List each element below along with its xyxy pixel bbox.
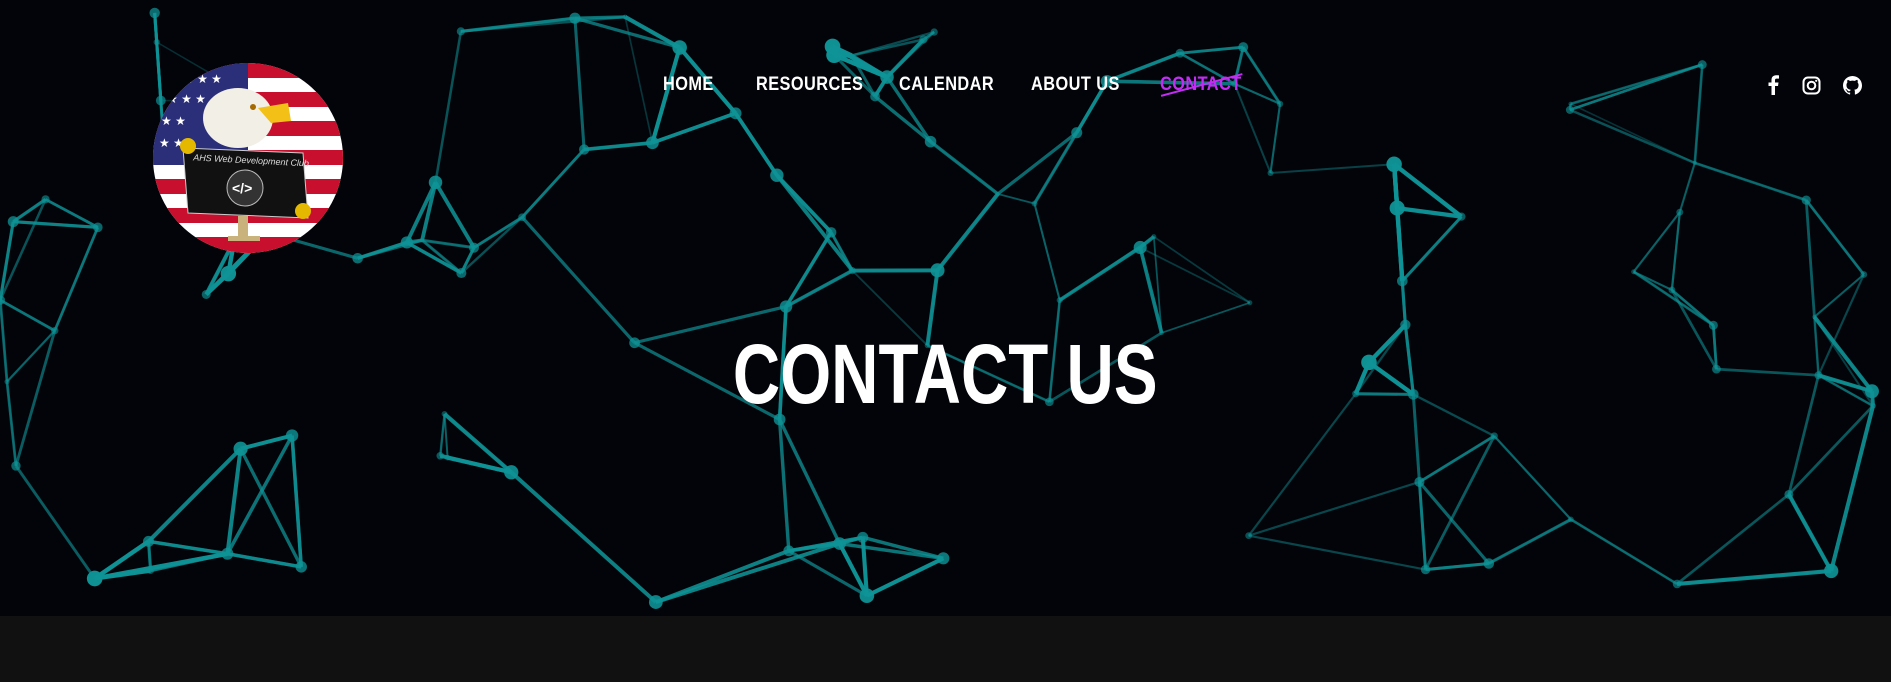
nav-contact[interactable]: CONTACT <box>1160 74 1242 96</box>
network-line <box>1493 435 1572 521</box>
content-band <box>0 616 1891 682</box>
network-node <box>419 238 425 243</box>
network-line <box>239 447 303 568</box>
network-node <box>1676 208 1684 216</box>
network-node <box>1247 300 1253 306</box>
network-line <box>1569 108 1696 165</box>
network-line <box>357 240 408 260</box>
network-line <box>1161 301 1251 334</box>
network-node <box>1245 532 1253 540</box>
network-line <box>1033 131 1079 205</box>
network-line <box>865 556 945 598</box>
network-node <box>1784 489 1794 499</box>
svg-text:★ ★: ★ ★ <box>161 114 186 128</box>
network-line <box>1059 235 1155 301</box>
nav-resources[interactable]: RESOURCES <box>756 74 863 96</box>
network-line <box>1179 45 1244 55</box>
nav-calendar[interactable]: CALENDAR <box>899 74 994 96</box>
network-line <box>1829 405 1875 572</box>
page-title: CONTACT US <box>733 327 1158 422</box>
network-line <box>290 435 303 568</box>
network-line <box>13 220 98 229</box>
network-line <box>1805 199 1865 276</box>
network-line <box>1813 273 1865 318</box>
network-line <box>829 231 854 272</box>
network-line <box>574 16 681 50</box>
network-line <box>1425 562 1489 571</box>
network-node <box>1672 579 1682 589</box>
network-line <box>150 552 228 573</box>
network-node <box>1071 127 1083 139</box>
network-line <box>1676 569 1832 586</box>
network-node <box>859 588 875 604</box>
network-line <box>929 140 999 196</box>
network-line <box>624 16 681 49</box>
network-node <box>919 35 928 44</box>
github-icon[interactable] <box>1841 74 1863 96</box>
nav-about-us[interactable]: ABOUT US <box>1031 74 1120 96</box>
network-line <box>1248 534 1426 571</box>
network-node <box>436 451 445 460</box>
network-line <box>1400 280 1407 325</box>
network-line <box>473 216 523 249</box>
network-line <box>1401 215 1463 283</box>
network-line <box>655 541 841 604</box>
network-line <box>734 112 779 177</box>
network-line <box>1153 235 1251 304</box>
network-line <box>405 181 438 244</box>
network-line <box>1488 518 1572 565</box>
network-line <box>433 181 476 249</box>
network-line <box>148 539 228 556</box>
network-line <box>405 240 463 275</box>
network-node <box>1420 564 1431 575</box>
network-line <box>1033 203 1061 301</box>
network-line <box>434 31 463 183</box>
network-node <box>93 222 103 233</box>
network-line <box>997 193 1035 205</box>
network-node <box>295 561 307 573</box>
nav-home[interactable]: HOME <box>663 74 714 96</box>
network-line <box>439 413 446 456</box>
network-line <box>53 226 99 332</box>
network-line <box>1418 480 1490 565</box>
main-nav: HOME RESOURCES CALENDAR ABOUT US CONTACT <box>0 74 1891 102</box>
network-line <box>583 141 653 152</box>
network-line <box>1633 271 1673 291</box>
network-node <box>824 38 841 55</box>
network-line <box>521 148 586 219</box>
network-line <box>1694 162 1807 201</box>
network-line <box>1804 200 1816 317</box>
network-line <box>227 552 302 569</box>
network-line <box>775 174 833 234</box>
network-line <box>0 298 56 332</box>
network-line <box>996 131 1078 196</box>
network-node <box>648 595 663 609</box>
svg-text:★ ★: ★ ★ <box>159 136 184 150</box>
network-node <box>1400 319 1411 330</box>
network-node <box>456 27 465 36</box>
network-line <box>1676 493 1790 585</box>
network-node <box>578 144 590 155</box>
network-line <box>1678 162 1696 213</box>
network-node <box>1697 60 1707 70</box>
network-line <box>14 465 96 580</box>
facebook-icon[interactable] <box>1762 74 1784 96</box>
network-line <box>1632 211 1681 273</box>
network-line <box>1418 481 1427 570</box>
network-line <box>1670 212 1681 291</box>
network-line <box>651 111 737 145</box>
network-line <box>1269 103 1282 174</box>
network-line <box>1787 493 1833 572</box>
network-line <box>1270 163 1395 174</box>
network-line <box>520 216 636 344</box>
network-node <box>924 135 937 148</box>
hero-section: ★ ★ ★ ★ ★ ★ ★ ★ ★ ★ AHS Web Development Clu… <box>0 0 1891 616</box>
network-line <box>936 193 999 271</box>
network-line <box>509 470 658 604</box>
network-line <box>1248 480 1420 537</box>
network-line <box>147 447 243 543</box>
network-line <box>1570 518 1678 586</box>
instagram-icon[interactable] <box>1800 74 1822 96</box>
svg-text:</>: </> <box>232 180 252 196</box>
